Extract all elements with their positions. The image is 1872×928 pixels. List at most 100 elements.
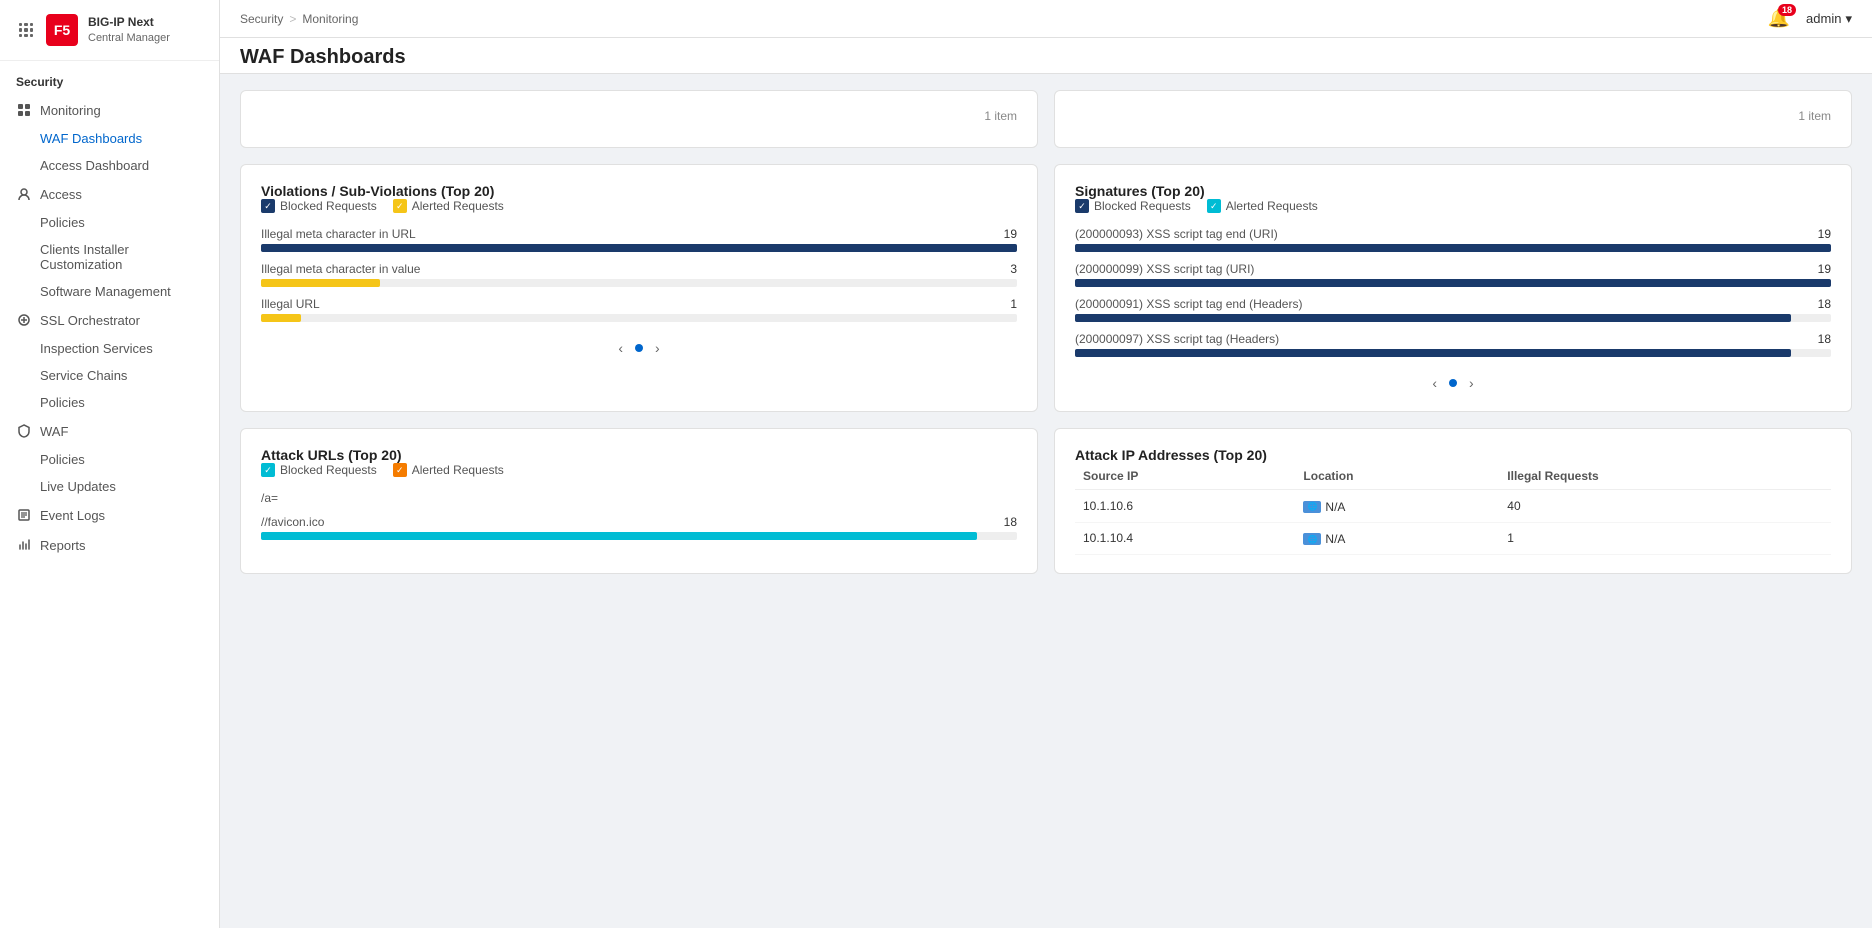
attack-ips-title: Attack IP Addresses (Top 20) bbox=[1075, 447, 1831, 463]
signatures-alerted-legend: ✓ Alerted Requests bbox=[1207, 199, 1318, 213]
table-row: 10.1.10.4 🌐 N/A 1 bbox=[1075, 522, 1831, 555]
breadcrumb-security: Security bbox=[240, 12, 283, 26]
violations-bars: Illegal meta character in URL 19 Illegal… bbox=[261, 227, 1017, 322]
breadcrumb-monitoring: Monitoring bbox=[302, 12, 358, 26]
header-wrapper: Security > Monitoring 🔔 18 admin ▾ WAF D… bbox=[220, 0, 1872, 74]
reports-icon bbox=[16, 537, 32, 553]
sidebar-item-software-management[interactable]: Software Management bbox=[0, 278, 219, 305]
violations-next-btn[interactable]: › bbox=[651, 338, 664, 358]
signatures-pagination: ‹ › bbox=[1075, 373, 1831, 393]
signatures-card-title: Signatures (Top 20) bbox=[1075, 183, 1831, 199]
col-illegal-requests: Illegal Requests bbox=[1499, 463, 1831, 490]
monitoring-label: Monitoring bbox=[40, 103, 101, 118]
bar-row: (200000091) XSS script tag end (Headers)… bbox=[1075, 297, 1831, 322]
signatures-bars: (200000093) XSS script tag end (URI) 19 … bbox=[1075, 227, 1831, 357]
signatures-blocked-legend: ✓ Blocked Requests bbox=[1075, 199, 1191, 213]
bottom-cards-row: Attack URLs (Top 20) ✓ Blocked Requests … bbox=[240, 428, 1852, 574]
sidebar-item-waf-dashboards[interactable]: WAF Dashboards bbox=[0, 125, 219, 152]
app-title: BIG-IP Next Central Manager bbox=[88, 15, 170, 45]
violations-pagination: ‹ › bbox=[261, 338, 1017, 358]
sidebar-item-inspection-services[interactable]: Inspection Services bbox=[0, 335, 219, 362]
sidebar-item-ssl-orchestrator[interactable]: SSL Orchestrator bbox=[0, 305, 219, 335]
main-area: Security > Monitoring 🔔 18 admin ▾ WAF D… bbox=[220, 0, 1872, 928]
violations-card-title: Violations / Sub-Violations (Top 20) bbox=[261, 183, 1017, 199]
middle-cards-row: Violations / Sub-Violations (Top 20) ✓ B… bbox=[240, 164, 1852, 412]
violations-page-dot bbox=[635, 344, 643, 352]
sidebar: F5 BIG-IP Next Central Manager Security … bbox=[0, 0, 220, 928]
sidebar-header: F5 BIG-IP Next Central Manager bbox=[0, 0, 219, 61]
col-location: Location bbox=[1295, 463, 1499, 490]
bar-row: (200000097) XSS script tag (Headers) 18 bbox=[1075, 332, 1831, 357]
sidebar-item-waf[interactable]: WAF bbox=[0, 416, 219, 446]
notification-button[interactable]: 🔔 18 bbox=[1768, 8, 1790, 29]
attack-ips-card: Attack IP Addresses (Top 20) Source IP L… bbox=[1054, 428, 1852, 574]
violations-prev-btn[interactable]: ‹ bbox=[614, 338, 627, 358]
alerted-checkbox-violations[interactable]: ✓ bbox=[393, 199, 407, 213]
signatures-prev-btn[interactable]: ‹ bbox=[1428, 373, 1441, 393]
violations-card: Violations / Sub-Violations (Top 20) ✓ B… bbox=[240, 164, 1038, 412]
bar-row: //favicon.ico 18 bbox=[261, 515, 1017, 540]
sidebar-item-live-updates[interactable]: Live Updates bbox=[0, 473, 219, 500]
sidebar-item-access[interactable]: Access bbox=[0, 179, 219, 209]
attack-urls-alerted-legend: ✓ Alerted Requests bbox=[393, 463, 504, 477]
user-menu-button[interactable]: admin ▾ bbox=[1806, 11, 1852, 27]
attack-urls-title: Attack URLs (Top 20) bbox=[261, 447, 1017, 463]
bar-row: /a=</span> <span class="bar-val" data-in… bbox=[261, 491, 1017, 505]
topbar: Security > Monitoring 🔔 18 admin ▾ bbox=[220, 0, 1872, 38]
sidebar-item-policies-waf[interactable]: Policies bbox=[0, 446, 219, 473]
event-logs-icon bbox=[16, 507, 32, 523]
blocked-checkbox-signatures[interactable]: ✓ bbox=[1075, 199, 1089, 213]
ssl-icon bbox=[16, 312, 32, 328]
event-logs-label: Event Logs bbox=[40, 508, 105, 523]
signatures-legend: ✓ Blocked Requests ✓ Alerted Requests bbox=[1075, 199, 1831, 213]
top-card-right-count: 1 item bbox=[1075, 109, 1831, 123]
sidebar-item-access-dashboard[interactable]: Access Dashboard bbox=[0, 152, 219, 179]
bar-row: (200000093) XSS script tag end (URI) 19 bbox=[1075, 227, 1831, 252]
top-card-left: 1 item bbox=[240, 90, 1038, 148]
bar-row: Illegal URL 1 bbox=[261, 297, 1017, 322]
table-row: 10.1.10.6 🌐 N/A 40 bbox=[1075, 490, 1831, 523]
reports-label: Reports bbox=[40, 538, 86, 553]
f5-logo: F5 bbox=[46, 14, 78, 46]
violations-legend: ✓ Blocked Requests ✓ Alerted Requests bbox=[261, 199, 1017, 213]
attack-urls-legend: ✓ Blocked Requests ✓ Alerted Requests bbox=[261, 463, 1017, 477]
violations-alerted-legend: ✓ Alerted Requests bbox=[393, 199, 504, 213]
attack-ips-table: Source IP Location Illegal Requests 10.1… bbox=[1075, 463, 1831, 555]
page-title: WAF Dashboards bbox=[220, 38, 1872, 73]
signatures-page-dot bbox=[1449, 379, 1457, 387]
grid-menu-icon[interactable] bbox=[16, 20, 36, 40]
bar-row: (200000099) XSS script tag (URI) 19 bbox=[1075, 262, 1831, 287]
sidebar-item-clients-installer[interactable]: Clients Installer Customization bbox=[0, 236, 219, 278]
sidebar-item-reports[interactable]: Reports bbox=[0, 530, 219, 560]
waf-label: WAF bbox=[40, 424, 68, 439]
monitoring-icon bbox=[16, 102, 32, 118]
top-cards-row: 1 item 1 item bbox=[240, 90, 1852, 148]
bar-row: Illegal meta character in value 3 bbox=[261, 262, 1017, 287]
topbar-right: 🔔 18 admin ▾ bbox=[1768, 8, 1852, 29]
blocked-checkbox-violations[interactable]: ✓ bbox=[261, 199, 275, 213]
attack-urls-blocked-legend: ✓ Blocked Requests bbox=[261, 463, 377, 477]
attack-urls-card: Attack URLs (Top 20) ✓ Blocked Requests … bbox=[240, 428, 1038, 574]
sidebar-item-policies-ssl[interactable]: Policies bbox=[0, 389, 219, 416]
sidebar-item-monitoring[interactable]: Monitoring bbox=[0, 95, 219, 125]
top-card-right: 1 item bbox=[1054, 90, 1852, 148]
waf-icon bbox=[16, 423, 32, 439]
sidebar-item-event-logs[interactable]: Event Logs bbox=[0, 500, 219, 530]
col-source-ip: Source IP bbox=[1075, 463, 1295, 490]
notification-badge: 18 bbox=[1778, 4, 1796, 16]
blocked-checkbox-attack-urls[interactable]: ✓ bbox=[261, 463, 275, 477]
access-label: Access bbox=[40, 187, 82, 202]
breadcrumb-separator: > bbox=[289, 12, 296, 26]
alerted-checkbox-attack-urls[interactable]: ✓ bbox=[393, 463, 407, 477]
sidebar-item-policies-access[interactable]: Policies bbox=[0, 209, 219, 236]
alerted-checkbox-signatures[interactable]: ✓ bbox=[1207, 199, 1221, 213]
flag-icon: 🌐 bbox=[1303, 501, 1321, 513]
content-area: 1 item 1 item Violations / Sub-Violation… bbox=[220, 74, 1872, 928]
violations-blocked-legend: ✓ Blocked Requests bbox=[261, 199, 377, 213]
signatures-next-btn[interactable]: › bbox=[1465, 373, 1478, 393]
top-card-left-count: 1 item bbox=[261, 109, 1017, 123]
breadcrumb: Security > Monitoring bbox=[240, 12, 358, 26]
sidebar-item-service-chains[interactable]: Service Chains bbox=[0, 362, 219, 389]
bar-row: Illegal meta character in URL 19 bbox=[261, 227, 1017, 252]
signatures-card: Signatures (Top 20) ✓ Blocked Requests ✓… bbox=[1054, 164, 1852, 412]
